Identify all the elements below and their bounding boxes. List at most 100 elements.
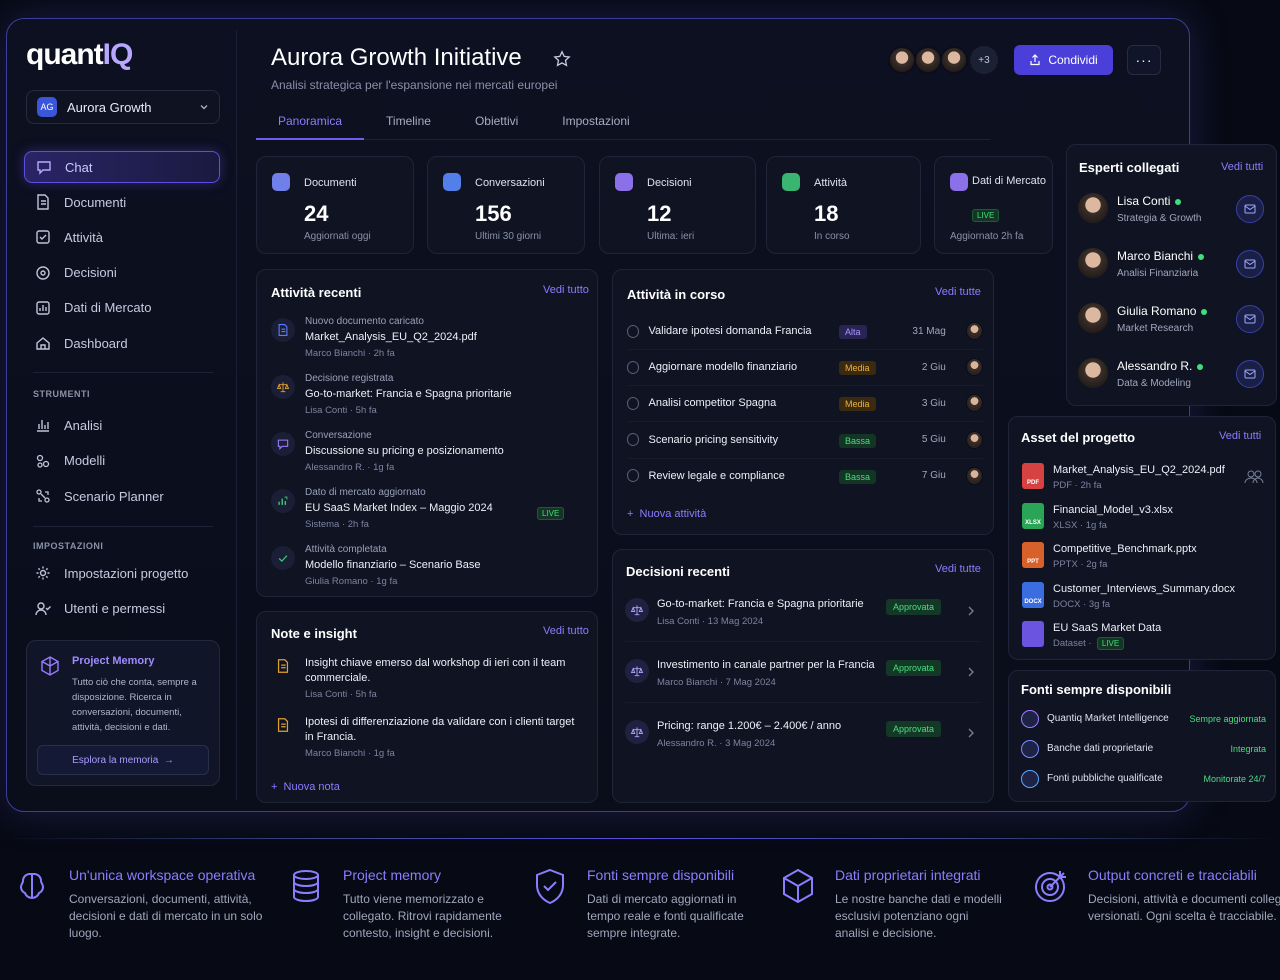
asset-name[interactable]: Market_Analysis_EU_Q2_2024.pdf (1053, 464, 1225, 476)
asset-name[interactable]: Financial_Model_v3.xlsx (1053, 504, 1173, 516)
chevron-right-icon[interactable] (967, 606, 975, 616)
source-name[interactable]: Banche dati proprietarie (1047, 743, 1153, 754)
expert-name[interactable]: Marco Bianchi (1117, 249, 1205, 263)
message-expert-button[interactable] (1236, 360, 1264, 388)
tab-impostazioni[interactable]: Impostazioni (540, 106, 651, 140)
activity-type: Conversazione (305, 430, 372, 441)
source-name[interactable]: Quantiq Market Intelligence (1047, 713, 1169, 724)
task-row[interactable]: Analisi competitor Spagna Media 3 Giu (627, 393, 984, 413)
sidebar-item-analisi[interactable]: Analisi (24, 409, 220, 441)
new-task-button[interactable]: + Nuova attività (627, 508, 706, 520)
activity-meta: Lisa Conti · 5h fa (305, 405, 377, 416)
tab-timeline[interactable]: Timeline (364, 106, 453, 140)
stat-card-0[interactable]: Documenti 24 Aggiornati oggi (256, 156, 414, 254)
new-note-button[interactable]: + Nuova nota (271, 781, 340, 793)
message-expert-button[interactable] (1236, 250, 1264, 278)
activity-title[interactable]: Market_Analysis_EU_Q2_2024.pdf (305, 331, 477, 343)
message-expert-button[interactable] (1236, 305, 1264, 333)
star-icon[interactable] (553, 50, 571, 68)
avatar (1078, 303, 1108, 333)
task-icon (36, 230, 50, 245)
notes-see-all[interactable]: Vedi tutto (543, 625, 589, 637)
document-icon (277, 718, 289, 732)
online-status-dot (1197, 364, 1204, 370)
brand-logo[interactable]: quantIQ (26, 38, 133, 72)
activity-title[interactable]: Discussione su pricing e posizionamento (305, 445, 504, 457)
tools-section-title: STRUMENTI (33, 389, 90, 399)
file-type-icon: PDF (1022, 463, 1044, 489)
task-row[interactable]: Review legale e compliance Bassa 7 Giu (627, 466, 984, 486)
chevron-right-icon[interactable] (967, 667, 975, 677)
workspace-avatar: AG (37, 97, 57, 117)
task-row[interactable]: Scenario pricing sensitivity Bassa 5 Giu (627, 430, 984, 450)
sidebar-item-scenario-planner[interactable]: Scenario Planner (24, 480, 220, 512)
decision-title[interactable]: Investimento in canale partner per la Fr… (657, 659, 875, 671)
expert-name[interactable]: Lisa Conti (1117, 194, 1182, 208)
sidebar-item-modelli[interactable]: Modelli (24, 445, 220, 477)
more-members-count: +3 (970, 46, 998, 74)
expert-name[interactable]: Alessandro R. (1117, 359, 1204, 373)
more-options-button[interactable]: ··· (1127, 45, 1161, 75)
sidebar-item-chat[interactable]: Chat (24, 151, 220, 183)
message-expert-button[interactable] (1236, 195, 1264, 223)
note-text[interactable]: Insight chiave emerso dal workshop di ie… (305, 656, 575, 686)
task-checkbox[interactable] (627, 396, 640, 410)
stat-icon (443, 173, 461, 191)
task-checkbox[interactable] (627, 469, 640, 483)
document-icon (37, 194, 49, 210)
asset-name[interactable]: EU SaaS Market Data (1053, 622, 1161, 634)
feature-title: Dati proprietari integrati (835, 867, 981, 883)
sidebar-item-dati-di-mercato[interactable]: Dati di Mercato (24, 292, 220, 324)
decision-title[interactable]: Pricing: range 1.200€ – 2.400€ / anno (657, 720, 841, 732)
task-checkbox[interactable] (627, 360, 640, 374)
experts-see-all[interactable]: Vedi tutti (1221, 161, 1263, 173)
shared-users-icon[interactable] (1243, 469, 1265, 485)
assets-see-all[interactable]: Vedi tutti (1219, 430, 1261, 442)
sidebar-item-decisioni[interactable]: Decisioni (24, 257, 220, 289)
sidebar-item-documenti[interactable]: Documenti (24, 186, 220, 218)
asset-name[interactable]: Customer_Interviews_Summary.docx (1053, 583, 1235, 595)
task-date: 5 Giu (921, 434, 946, 446)
source-name[interactable]: Fonti pubbliche qualificate (1047, 773, 1163, 784)
activity-title[interactable]: Go-to-market: Francia e Spagna prioritar… (305, 388, 512, 400)
task-checkbox[interactable] (627, 324, 640, 338)
tab-obiettivi[interactable]: Obiettivi (453, 106, 540, 140)
tab-panoramica[interactable]: Panoramica (256, 106, 365, 140)
source-icon (1021, 770, 1039, 788)
task-row[interactable]: Aggiornare modello finanziario Media 2 Giu (627, 357, 984, 377)
asset-name[interactable]: Competitive_Benchmark.pptx (1053, 543, 1197, 555)
database-icon (293, 870, 319, 903)
task-checkbox[interactable] (627, 433, 640, 447)
member-avatars[interactable]: +3 (888, 46, 998, 74)
decisions-see-all[interactable]: Vedi tutte (935, 563, 981, 575)
tasks-see-all[interactable]: Vedi tutte (935, 286, 981, 298)
stat-card-2[interactable]: Decisioni 12 Ultima: ieri (599, 156, 756, 254)
decision-title[interactable]: Go-to-market: Francia e Spagna prioritar… (657, 598, 864, 610)
chevron-right-icon[interactable] (967, 728, 975, 738)
workspace-selector[interactable]: AG Aurora Growth (26, 90, 220, 124)
share-button[interactable]: Condividi (1014, 45, 1113, 75)
note-text[interactable]: Ipotesi di differenziazione da validare … (305, 715, 575, 745)
stat-card-4[interactable]: Dati di Mercato LIVE Aggiornato 2h fa (934, 156, 1053, 254)
expert-name[interactable]: Giulia Romano (1117, 304, 1208, 318)
recent-activity-see-all[interactable]: Vedi tutto (543, 284, 589, 296)
task-row[interactable]: Validare ipotesi domanda Francia Alta 31 M… (627, 321, 984, 341)
live-badge: LIVE (972, 209, 1000, 222)
sidebar-item-attivit-[interactable]: Attività (24, 221, 220, 253)
chat-icon (37, 161, 51, 175)
feature-title: Fonti sempre disponibili (587, 867, 735, 883)
activity-title[interactable]: EU SaaS Market Index – Maggio 2024 (305, 502, 493, 514)
activity-title[interactable]: Modello finanziario – Scenario Base (305, 559, 481, 571)
stat-label: Attività (814, 177, 848, 189)
sidebar-item-impostazioni-progetto[interactable]: Impostazioni progetto (24, 557, 220, 589)
task-title: Review legale e compliance (648, 469, 785, 482)
sidebar-item-utenti-e-permessi[interactable]: Utenti e permessi (24, 593, 220, 625)
sidebar-item-dashboard[interactable]: Dashboard (24, 327, 220, 359)
explore-memory-button[interactable]: Esplora la memoria → (37, 745, 209, 775)
activity-type-icon (271, 546, 295, 570)
cube-icon (41, 656, 59, 676)
note-icon (275, 658, 291, 679)
stat-card-1[interactable]: Conversazioni 156 Ultimi 30 giorni (427, 156, 585, 254)
stat-card-3[interactable]: Attività 18 In corso (766, 156, 921, 254)
decision-icon (36, 265, 50, 280)
